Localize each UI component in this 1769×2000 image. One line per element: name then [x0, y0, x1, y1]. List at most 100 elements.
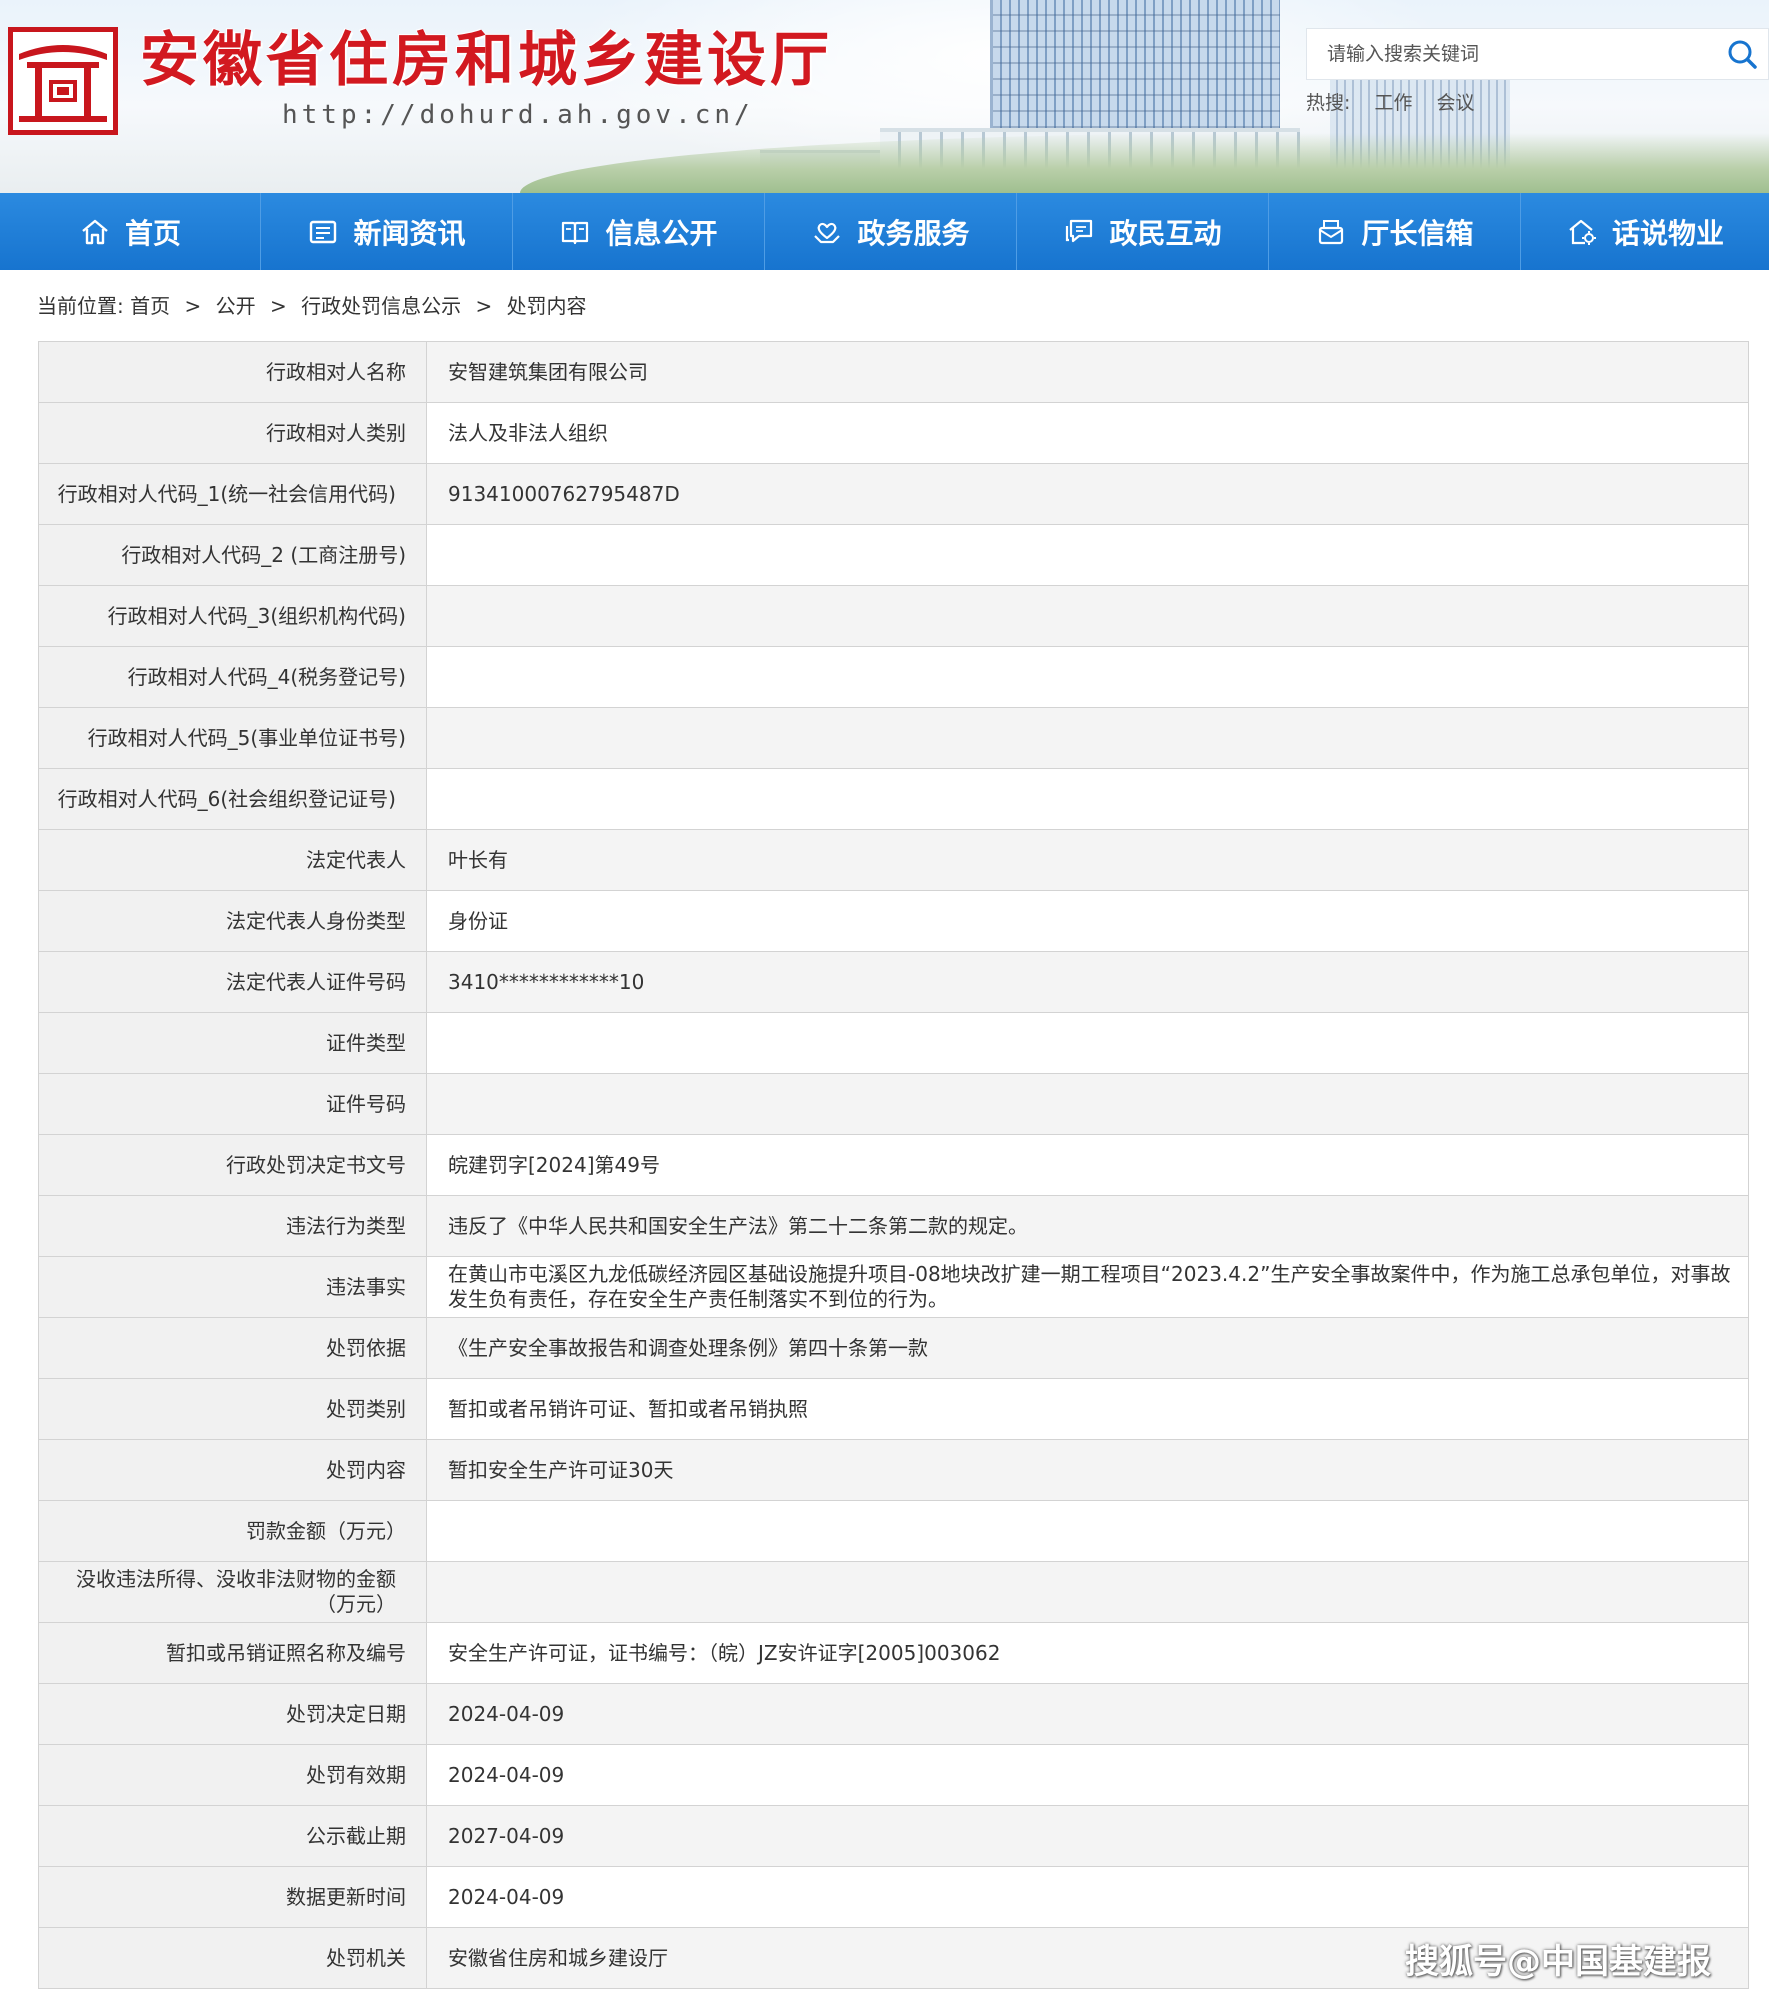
table-row: 处罚类别 暂扣或者吊销许可证、暂扣或者吊销执照 [38, 1378, 1749, 1440]
penalty-info-table-body: 行政相对人名称 安智建筑集团有限公司 行政相对人类别 法人及非法人组织 行政相对人代码_… [38, 341, 1749, 1989]
row-value: 暂扣安全生产许可证30天 [426, 1439, 1749, 1501]
table-row: 处罚内容 暂扣安全生产许可证30天 [38, 1439, 1749, 1501]
row-label: 行政相对人类别 [38, 402, 427, 464]
table-row: 违法行为类型 违反了《中华人民共和国安全生产法》第二十二条第二款的规定。 [38, 1195, 1749, 1257]
row-label: 罚款金额（万元） [38, 1500, 427, 1562]
table-row: 行政相对人代码_1(统一社会信用代码) 91341000762795487D [38, 463, 1749, 525]
table-row: 暂扣或吊销证照名称及编号 安全生产许可证，证书编号：（皖）JZ安许证字[2005]… [38, 1622, 1749, 1684]
row-value: 身份证 [426, 890, 1749, 952]
row-value: 91341000762795487D [426, 463, 1749, 525]
table-row: 法定代表人证件号码 3410************10 [38, 951, 1749, 1013]
row-value: 安全生产许可证，证书编号：（皖）JZ安许证字[2005]003062 [426, 1622, 1749, 1684]
row-value: 3410************10 [426, 951, 1749, 1013]
table-row: 行政相对人代码_4(税务登记号) [38, 646, 1749, 708]
main-nav: 首页 新闻资讯 信息公开 政务服务 政民互动 厅长信箱 话说物业 [0, 193, 1769, 270]
row-value: 在黄山市屯溪区九龙低碳经济园区基础设施提升项目-08地块改扩建一期工程项目“20… [426, 1256, 1749, 1318]
search-input[interactable] [1327, 29, 1707, 79]
table-row: 公示截止期 2027-04-09 [38, 1805, 1749, 1867]
nav-item-property[interactable]: 话说物业 [1521, 193, 1769, 270]
row-label: 处罚类别 [38, 1378, 427, 1440]
table-row: 行政相对人代码_5(事业单位证书号) [38, 707, 1749, 769]
hot-search-label: 热搜: [1306, 92, 1351, 114]
row-label: 行政相对人代码_4(税务登记号) [38, 646, 427, 708]
row-value [426, 524, 1749, 586]
row-label: 处罚机关 [38, 1927, 427, 1989]
row-value: 安智建筑集团有限公司 [426, 341, 1749, 403]
breadcrumb-item-penalty-list[interactable]: 行政处罚信息公示 [301, 294, 461, 318]
row-label: 违法事实 [38, 1256, 427, 1318]
row-value: 2027-04-09 [426, 1805, 1749, 1867]
row-value: 2024-04-09 [426, 1683, 1749, 1745]
row-label: 证件类型 [38, 1012, 427, 1074]
site-logo[interactable] [8, 27, 118, 135]
table-row: 证件类型 [38, 1012, 1749, 1074]
row-label: 证件号码 [38, 1073, 427, 1135]
row-label: 行政相对人代码_6(社会组织登记证号) [38, 768, 427, 830]
table-row: 行政相对人名称 安智建筑集团有限公司 [38, 341, 1749, 403]
table-row: 行政相对人类别 法人及非法人组织 [38, 402, 1749, 464]
nav-label: 政务服务 [857, 216, 970, 250]
nav-label: 信息公开 [605, 216, 718, 250]
breadcrumb-item-public[interactable]: 公开 [216, 294, 256, 318]
row-label: 处罚内容 [38, 1439, 427, 1501]
breadcrumb-separator: > [269, 294, 287, 318]
hot-search: 热搜: 工作 会议 [1306, 88, 1493, 118]
property-icon [1566, 216, 1598, 248]
table-row: 没收违法所得、没收非法财物的金额（万元） [38, 1561, 1749, 1623]
nav-item-interaction[interactable]: 政民互动 [1017, 193, 1269, 270]
row-label: 暂扣或吊销证照名称及编号 [38, 1622, 427, 1684]
table-row: 法定代表人身份类型 身份证 [38, 890, 1749, 952]
row-value: 2024-04-09 [426, 1866, 1749, 1928]
row-label: 行政相对人代码_2 (工商注册号) [38, 524, 427, 586]
row-value: 法人及非法人组织 [426, 402, 1749, 464]
nav-item-service[interactable]: 政务服务 [765, 193, 1017, 270]
search-box [1306, 28, 1769, 80]
nav-label: 厅长信箱 [1361, 216, 1474, 250]
logo-emblem-icon [13, 32, 113, 130]
row-value: 叶长有 [426, 829, 1749, 891]
row-value [426, 1012, 1749, 1074]
nav-label: 话说物业 [1611, 216, 1724, 250]
nav-item-mailbox[interactable]: 厅长信箱 [1269, 193, 1521, 270]
book-icon [559, 216, 591, 248]
row-label: 处罚有效期 [38, 1744, 427, 1806]
table-row: 罚款金额（万元） [38, 1500, 1749, 1562]
row-value: 违反了《中华人民共和国安全生产法》第二十二条第二款的规定。 [426, 1195, 1749, 1257]
service-hands-icon [811, 216, 843, 248]
site-url: http://dohurd.ah.gov.cn/ [282, 100, 754, 130]
breadcrumb: 当前位置: 首页 > 公开 > 行政处罚信息公示 > 处罚内容 [37, 291, 587, 321]
row-value: 皖建罚字[2024]第49号 [426, 1134, 1749, 1196]
row-value [426, 1561, 1749, 1623]
table-row: 证件号码 [38, 1073, 1749, 1135]
penalty-info-table: 行政相对人名称 安智建筑集团有限公司 行政相对人类别 法人及非法人组织 行政相对人代码_… [38, 341, 1749, 1989]
nav-item-news[interactable]: 新闻资讯 [261, 193, 513, 270]
row-value [426, 1073, 1749, 1135]
row-label: 行政相对人代码_5(事业单位证书号) [38, 707, 427, 769]
site-header: 安徽省住房和城乡建设厅 http://dohurd.ah.gov.cn/ 热搜:… [0, 0, 1769, 193]
row-value [426, 646, 1749, 708]
home-icon [79, 216, 111, 248]
table-row: 行政处罚决定书文号 皖建罚字[2024]第49号 [38, 1134, 1749, 1196]
row-label: 公示截止期 [38, 1805, 427, 1867]
row-label: 行政相对人代码_1(统一社会信用代码) [38, 463, 427, 525]
row-value [426, 768, 1749, 830]
nav-item-home[interactable]: 首页 [0, 193, 261, 270]
row-value: 《生产安全事故报告和调查处理条例》第四十条第一款 [426, 1317, 1749, 1379]
row-label: 法定代表人 [38, 829, 427, 891]
hot-search-term[interactable]: 工作 [1374, 92, 1412, 114]
breadcrumb-item-current: 处罚内容 [506, 294, 587, 318]
breadcrumb-separator: > [475, 294, 493, 318]
nav-label: 首页 [124, 216, 181, 250]
search-icon[interactable] [1725, 37, 1759, 71]
row-label: 违法行为类型 [38, 1195, 427, 1257]
watermark: 搜狐号@中国基建报 [1405, 1942, 1711, 1982]
table-row: 行政相对人代码_2 (工商注册号) [38, 524, 1749, 586]
site-title: 安徽省住房和城乡建设厅 [140, 25, 834, 94]
breadcrumb-item-home[interactable]: 首页 [130, 294, 170, 318]
table-row: 处罚依据 《生产安全事故报告和调查处理条例》第四十条第一款 [38, 1317, 1749, 1379]
breadcrumb-prefix: 当前位置: [37, 294, 124, 318]
nav-item-info[interactable]: 信息公开 [513, 193, 765, 270]
row-value [426, 707, 1749, 769]
hot-search-term[interactable]: 会议 [1437, 92, 1475, 114]
row-label: 处罚决定日期 [38, 1683, 427, 1745]
